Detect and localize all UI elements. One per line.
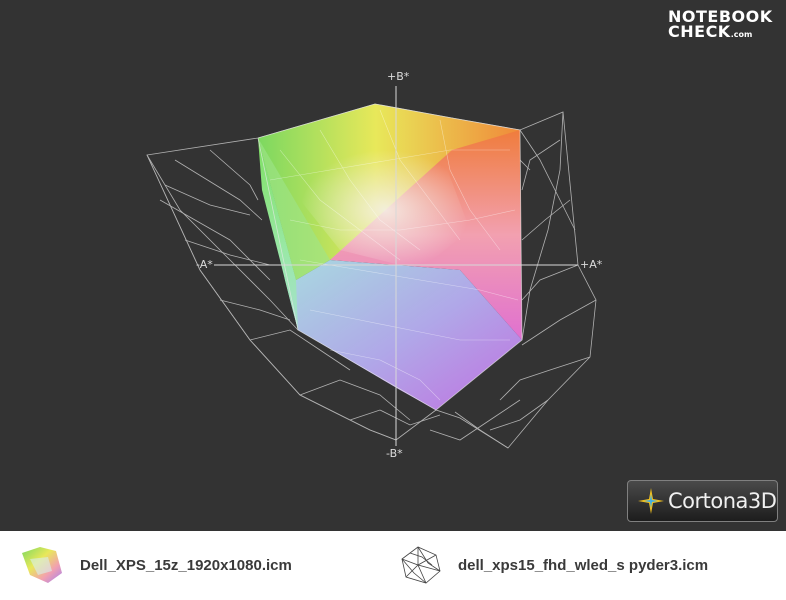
3d-gamut-viewport[interactable]: NOTEBOOK CHECK.com +B* -B* +A* -A* Corto…: [0, 0, 786, 531]
legend-label-2: dell_xps15_fhd_wled_s pyder3.icm: [458, 556, 709, 574]
legend: Dell_XPS_15z_1920x1080.icm dell_xps15_fh…: [0, 531, 786, 600]
legend-item-1[interactable]: Dell_XPS_15z_1920x1080.icm: [18, 545, 292, 585]
cortona-logo-text: Cortona3D: [668, 489, 777, 513]
axis-label-b-minus: -B*: [386, 447, 403, 460]
legend-label-1: Dell_XPS_15z_1920x1080.icm: [80, 556, 292, 574]
legend-item-2[interactable]: dell_xps15_fhd_wled_s pyder3.icm: [396, 545, 708, 585]
color-gamut-solid-icon: [22, 547, 62, 583]
cortona-star-icon: [638, 488, 664, 514]
axis-label-b-plus: +B*: [387, 70, 410, 83]
axis-label-a-plus: +A*: [580, 258, 603, 271]
gamut-wireframe-icon: [401, 546, 441, 584]
axis-label-a-minus: -A*: [196, 258, 213, 271]
cortona3d-button[interactable]: Cortona3D: [627, 480, 778, 522]
